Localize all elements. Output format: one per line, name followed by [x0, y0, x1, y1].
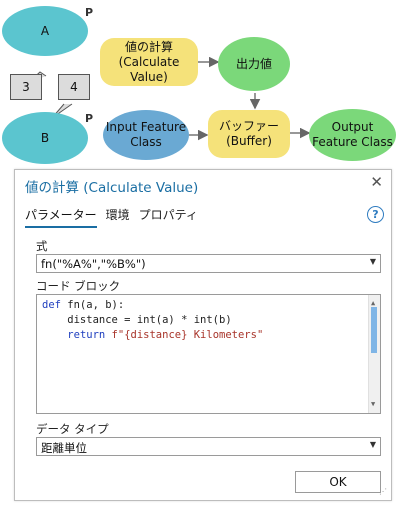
input-feature-class-node[interactable]: Input Feature Class [103, 110, 189, 160]
parameter-tag-b: P [85, 112, 94, 125]
code-keyword-return: return [67, 329, 106, 341]
code-keyword-def: def [42, 299, 61, 311]
variable-a-node[interactable]: A [2, 6, 88, 56]
code-string: f"{distance} Kilometers" [105, 329, 264, 341]
data-type-value: 距離単位 [41, 441, 87, 455]
code-line-3-indent [42, 329, 67, 341]
tab-parameters[interactable]: パラメーター [25, 206, 97, 228]
resize-grip-icon[interactable]: ⋰ [379, 487, 387, 496]
expression-field[interactable]: fn("%A%","%B%") ▼ [36, 254, 381, 273]
close-icon[interactable]: ✕ [370, 173, 383, 191]
calculate-value-tool-node[interactable]: 値の計算 (Calculate Value) [100, 38, 198, 86]
callout-3[interactable]: 3 [10, 74, 42, 100]
code-scrollbar[interactable]: ▲ ▼ [368, 295, 380, 413]
scroll-thumb[interactable] [371, 307, 377, 353]
ok-button[interactable]: OK [295, 471, 381, 493]
data-type-select[interactable]: 距離単位 ▼ [36, 437, 381, 456]
chevron-down-icon: ▼ [369, 257, 376, 266]
tab-environments[interactable]: 環境 [106, 206, 130, 228]
buffer-tool-node[interactable]: バッファー (Buffer) [208, 110, 290, 158]
parameter-tag-a: P [85, 6, 94, 19]
variable-b-label: B [40, 130, 50, 145]
output-value-node[interactable]: 出力値 [218, 37, 290, 91]
output-value-label: 出力値 [235, 56, 272, 71]
callout-4[interactable]: 4 [58, 74, 90, 100]
variable-a-label: A [40, 23, 50, 38]
code-line-1: fn(a, b): [60, 299, 125, 311]
output-feature-class-node[interactable]: Output Feature Class [309, 109, 396, 161]
expression-value: fn("%A%","%B%") [41, 257, 146, 271]
code-line-2: distance = int(a) * int(b) [42, 314, 232, 326]
scroll-down-icon[interactable]: ▼ [371, 397, 375, 412]
help-icon[interactable]: ? [367, 206, 384, 223]
code-block-label: コード ブロック [36, 279, 121, 293]
code-text: def fn(a, b): distance = int(a) * int(b)… [42, 298, 263, 343]
tab-properties[interactable]: プロパティ [139, 206, 198, 228]
dialog-tabs: パラメーター 環境 プロパティ [25, 206, 198, 228]
expression-label: 式 [36, 239, 48, 253]
data-type-label: データ タイプ [36, 422, 109, 436]
code-block-editor[interactable]: def fn(a, b): distance = int(a) * int(b)… [36, 294, 381, 414]
variable-b-node[interactable]: B [2, 112, 88, 164]
dialog-title: 値の計算 (Calculate Value) [25, 180, 199, 196]
chevron-down-icon: ▼ [369, 440, 376, 449]
